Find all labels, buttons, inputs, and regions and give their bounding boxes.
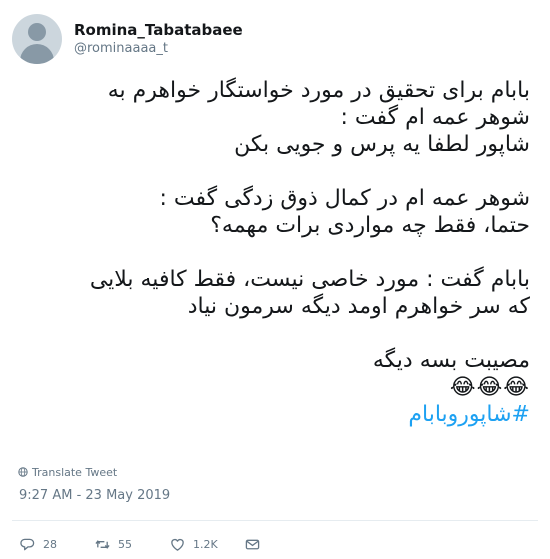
tweet-line: حتما، فقط چه مواردی برات مهمه؟ bbox=[210, 213, 530, 238]
retweet-button[interactable]: 55 bbox=[95, 535, 132, 553]
tweet-timestamp[interactable]: 9:27 AM - 23 May 2019 bbox=[19, 488, 170, 503]
user-handle[interactable]: @rominaaaa_t bbox=[74, 41, 168, 56]
tweet-line: شاپور لطفا یه پرس و جویی بکن bbox=[234, 132, 530, 157]
tears-of-joy-emoji: 😂 bbox=[476, 375, 504, 400]
retweet-count: 55 bbox=[118, 537, 132, 551]
retweet-icon bbox=[95, 539, 110, 549]
reply-button[interactable]: 28 bbox=[20, 535, 57, 553]
tears-of-joy-emoji: 😂 bbox=[503, 375, 530, 400]
divider bbox=[12, 520, 538, 521]
translate-label: Translate Tweet bbox=[32, 466, 118, 479]
tweet-line: که سر خواهرم اومد دیگه سرمون نیاد bbox=[187, 294, 530, 319]
tweet-line: شوهر عمه ام گفت : bbox=[340, 105, 530, 130]
tweet-card: Romina_Tabatabaee @rominaaaa_t بابام برا… bbox=[0, 0, 550, 559]
heart-icon bbox=[171, 538, 184, 551]
like-count: 1.2K bbox=[193, 537, 218, 551]
tweet-line: شوهر عمه ام در کمال ذوق زدگی گفت : bbox=[159, 186, 531, 211]
display-name[interactable]: Romina_Tabatabaee bbox=[74, 21, 243, 39]
hashtag-link[interactable]: #شاپوروبابام bbox=[25, 401, 530, 428]
tweet-text: بابام برای تحقیق در مورد خواستگار خواهرم… bbox=[25, 77, 530, 428]
tweet-line: بابام برای تحقیق در مورد خواستگار خواهرم… bbox=[107, 78, 530, 103]
tears-of-joy-emoji: 😂 bbox=[449, 375, 477, 400]
reply-count: 28 bbox=[43, 537, 57, 551]
like-button[interactable]: 1.2K bbox=[170, 535, 218, 553]
reply-icon bbox=[20, 538, 35, 550]
avatar-body bbox=[20, 44, 54, 64]
direct-message-button[interactable] bbox=[245, 535, 268, 553]
translate-tweet-link[interactable]: Translate Tweet bbox=[18, 466, 117, 482]
tweet-line: بابام گفت : مورد خاصی نیست، فقط کافیه بل… bbox=[89, 267, 530, 292]
emoji-row: 😂😂😂 bbox=[25, 374, 530, 401]
tweet-closing: مصیبت بسه دیگه bbox=[372, 348, 530, 373]
globe-icon bbox=[18, 467, 28, 477]
avatar-head bbox=[28, 23, 46, 41]
envelope-icon bbox=[245, 539, 260, 549]
avatar[interactable] bbox=[12, 14, 62, 64]
